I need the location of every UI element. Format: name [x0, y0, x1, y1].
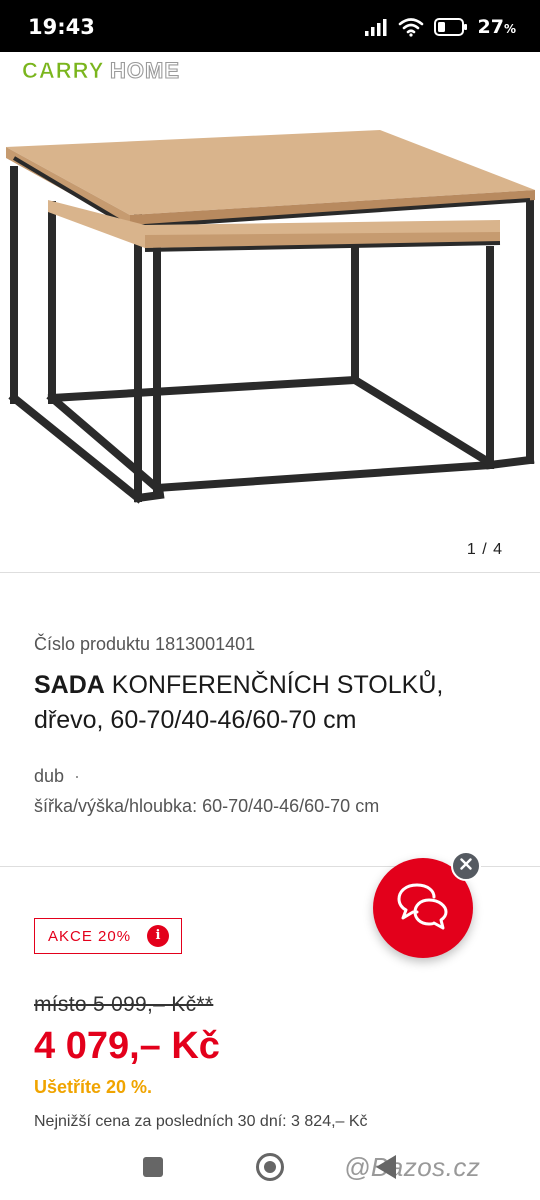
- saving-text: Ušetříte 20 %.: [34, 1077, 153, 1097]
- battery-percent: 27%: [477, 16, 516, 38]
- product-number: Číslo produktu 1813001401: [34, 634, 256, 654]
- carryhome-logo[interactable]: CARRY HOME: [22, 56, 202, 86]
- current-price: 4 079,– Kč: [34, 1025, 220, 1067]
- close-icon: [460, 857, 472, 875]
- svg-text:CARRY: CARRY: [22, 58, 104, 83]
- attribute-color: dub ·: [34, 766, 81, 786]
- lowest-price-note: Nejnižší cena za posledních 30 dní: 3 82…: [34, 1113, 368, 1130]
- info-icon[interactable]: i: [147, 925, 169, 947]
- divider: [0, 572, 540, 573]
- product-title: SADA KONFERENČNÍCH STOLKŮ, dřevo, 60-70/…: [34, 668, 504, 738]
- wifi-icon: [398, 17, 424, 37]
- promo-badge-label: AKCE 20%: [48, 927, 132, 945]
- attribute-dimensions: šířka/výška/hloubka: 60-70/40-46/60-70 c…: [34, 796, 380, 816]
- watermark: @Bazos.cz: [344, 1152, 481, 1182]
- status-time: 19:43: [28, 15, 95, 39]
- home-button[interactable]: [256, 1153, 284, 1181]
- status-icons: 27%: [364, 13, 516, 41]
- signal-icon: [364, 18, 388, 36]
- chat-bubbles-icon: [395, 880, 451, 937]
- old-price: místo 5 099,– Kč**: [34, 993, 214, 1016]
- promo-badge: AKCE 20% i: [34, 918, 182, 954]
- status-bar: 19:43 27%: [0, 0, 540, 52]
- system-nav-bar: @Bazos.cz: [0, 1140, 540, 1200]
- recent-apps-button[interactable]: [143, 1157, 163, 1177]
- svg-text:HOME: HOME: [110, 58, 180, 83]
- battery-icon: [433, 18, 468, 36]
- product-image[interactable]: [0, 100, 540, 540]
- product-title-bold: SADA: [34, 671, 105, 699]
- gallery-pager: 1 / 4: [466, 541, 503, 558]
- back-button[interactable]: [376, 1155, 396, 1179]
- chat-close-button[interactable]: [451, 851, 481, 881]
